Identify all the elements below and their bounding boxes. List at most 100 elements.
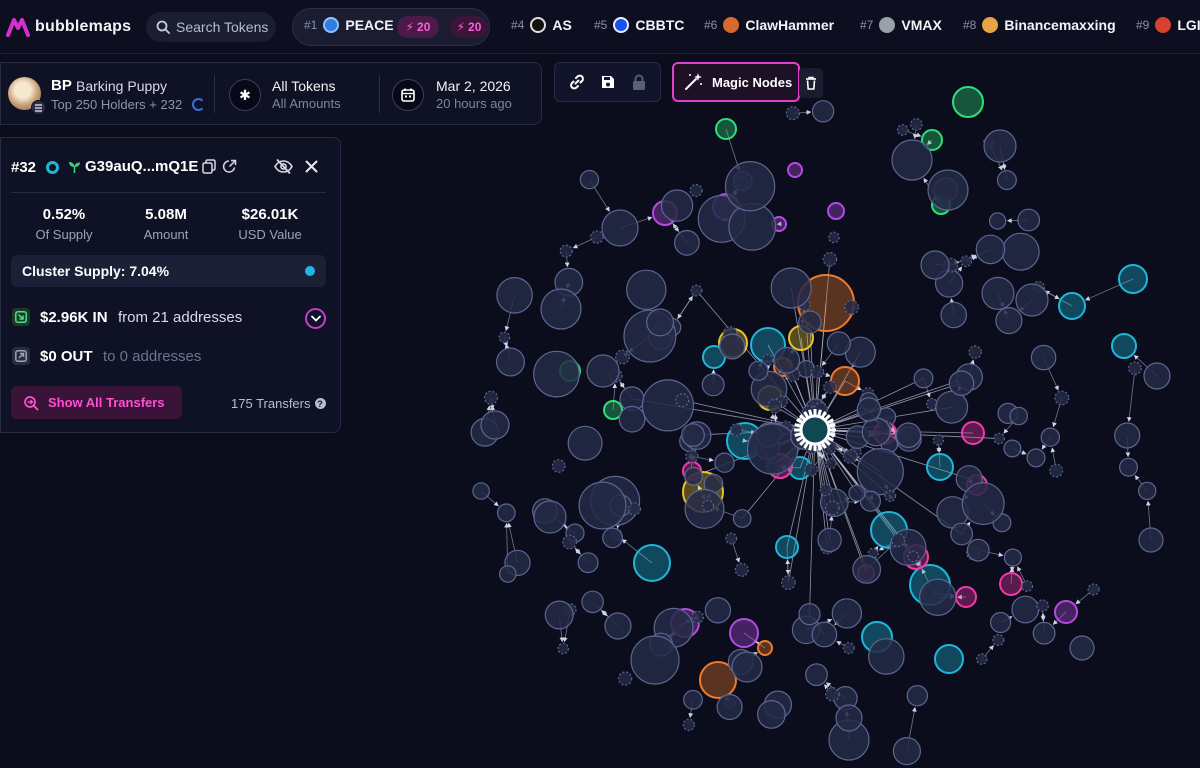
holder-bubble[interactable] xyxy=(734,562,749,577)
trending-token-8[interactable]: #8 Binancemaxxing xyxy=(963,17,1116,33)
holder-bubble[interactable] xyxy=(1026,448,1046,468)
holder-bubble[interactable] xyxy=(683,689,703,710)
holder-bubble[interactable] xyxy=(684,466,703,486)
close-icon[interactable] xyxy=(305,160,318,173)
holder-bubble[interactable] xyxy=(731,651,763,683)
holder-bubble[interactable] xyxy=(496,503,516,523)
holder-bubble[interactable] xyxy=(966,538,990,562)
holder-bubble[interactable] xyxy=(579,169,600,190)
holder-bubble[interactable] xyxy=(830,366,860,396)
holder-bubble[interactable] xyxy=(927,169,969,211)
holder-bubble[interactable] xyxy=(892,736,922,766)
holder-bubble[interactable] xyxy=(496,347,526,377)
holder-bubble[interactable] xyxy=(715,118,737,140)
holder-bubble[interactable] xyxy=(825,687,840,702)
holder-bubble[interactable] xyxy=(660,189,694,222)
logo[interactable]: bubblemaps xyxy=(6,17,131,37)
holder-bubble[interactable] xyxy=(798,310,822,334)
holder-bubble[interactable] xyxy=(496,276,533,314)
save-button[interactable] xyxy=(596,70,620,94)
holder-bubble[interactable] xyxy=(940,301,967,329)
cluster-supply-bar[interactable]: Cluster Supply: 7.04% xyxy=(11,255,326,287)
holder-bubble[interactable] xyxy=(844,299,860,315)
holder-bubble[interactable] xyxy=(805,663,828,687)
holder-bubble[interactable] xyxy=(826,331,851,356)
holder-bubble[interactable] xyxy=(919,578,957,617)
holder-bubble[interactable] xyxy=(1118,264,1148,294)
holder-bubble[interactable] xyxy=(856,448,904,496)
holder-bubble[interactable] xyxy=(934,644,964,674)
holder-bubble[interactable] xyxy=(689,183,703,198)
holder-bubble[interactable] xyxy=(992,633,1005,647)
holder-bubble[interactable] xyxy=(948,370,975,396)
holder-bubble[interactable] xyxy=(785,106,801,121)
holder-bubble[interactable] xyxy=(828,231,840,244)
holder-bubble[interactable] xyxy=(746,423,799,475)
holder-bubble[interactable] xyxy=(701,373,725,397)
trending-token-4[interactable]: #4 AS xyxy=(511,17,572,33)
holder-bubble[interactable] xyxy=(781,575,796,590)
holder-bubble[interactable] xyxy=(601,209,639,247)
holder-bubble[interactable] xyxy=(891,533,906,548)
holder-bubble[interactable] xyxy=(748,360,769,381)
holder-bubble[interactable] xyxy=(993,432,1005,445)
trending-token-7[interactable]: #7 VMAX xyxy=(860,17,942,33)
holder-bubble[interactable] xyxy=(1009,406,1028,426)
holder-bubble[interactable] xyxy=(1017,208,1041,232)
holder-bubble[interactable] xyxy=(716,693,743,721)
holder-bubble[interactable] xyxy=(852,555,882,584)
holder-bubble[interactable] xyxy=(562,534,578,550)
holder-bubble[interactable] xyxy=(646,308,675,337)
help-icon[interactable]: ? xyxy=(314,398,326,409)
holder-bubble[interactable] xyxy=(498,331,511,344)
holder-bubble[interactable] xyxy=(1054,390,1070,406)
holder-bubble[interactable] xyxy=(551,459,566,473)
holder-bubble[interactable] xyxy=(950,522,974,546)
holder-bubble[interactable] xyxy=(975,653,988,665)
holder-bubble[interactable] xyxy=(1003,439,1022,458)
holder-bubble[interactable] xyxy=(674,229,700,256)
holder-bubble[interactable] xyxy=(732,509,752,528)
holder-bubble[interactable] xyxy=(604,612,632,640)
holder-bubble[interactable] xyxy=(630,635,680,685)
holder-bubble[interactable] xyxy=(835,704,863,732)
holder-bubble[interactable] xyxy=(926,453,954,481)
holder-bubble[interactable] xyxy=(856,397,882,422)
holder-bubble[interactable] xyxy=(975,234,1006,265)
holder-bubble[interactable] xyxy=(577,552,599,574)
holder-bubble[interactable] xyxy=(910,118,923,131)
holder-bubble[interactable] xyxy=(1049,463,1064,478)
holder-bubble[interactable] xyxy=(827,202,845,220)
holder-bubble[interactable] xyxy=(1021,580,1034,592)
holder-bubble[interactable] xyxy=(1058,292,1086,320)
holder-bubble[interactable] xyxy=(729,618,759,648)
boost-badge[interactable]: ⚡ 20 xyxy=(397,16,439,38)
boost-badge-2[interactable]: ⚡ 20 xyxy=(450,16,488,38)
copy-icon[interactable] xyxy=(202,159,216,174)
holder-bubble[interactable] xyxy=(960,255,972,268)
external-link-icon[interactable] xyxy=(222,159,237,174)
holder-bubble[interactable] xyxy=(989,611,1012,634)
holder-bubble[interactable] xyxy=(1001,232,1040,271)
holder-bubble[interactable] xyxy=(810,364,825,379)
holder-bubble[interactable] xyxy=(472,482,490,500)
hide-eye-icon[interactable] xyxy=(274,158,293,175)
holder-bubble[interactable] xyxy=(1069,635,1095,661)
holder-bubble[interactable] xyxy=(968,345,982,359)
holder-bubble[interactable] xyxy=(935,390,969,424)
holder-bubble[interactable] xyxy=(1032,621,1056,645)
holder-bubble[interactable] xyxy=(581,590,604,614)
holder-bubble[interactable] xyxy=(701,499,715,512)
holder-bubble[interactable] xyxy=(544,600,574,630)
holder-bubble[interactable] xyxy=(770,267,812,309)
holder-bubble[interactable] xyxy=(842,448,858,464)
holder-bubble[interactable] xyxy=(825,457,837,470)
holder-bubble[interactable] xyxy=(590,230,604,244)
holder-bubble[interactable] xyxy=(719,333,746,360)
holder-bubble[interactable] xyxy=(617,671,633,686)
trending-token-9[interactable]: #9 LGI xyxy=(1136,17,1200,33)
holder-bubble[interactable] xyxy=(626,269,667,310)
holder-bubble[interactable] xyxy=(804,462,818,477)
holder-bubble[interactable] xyxy=(1003,548,1023,567)
holder-bubble[interactable] xyxy=(725,532,738,545)
